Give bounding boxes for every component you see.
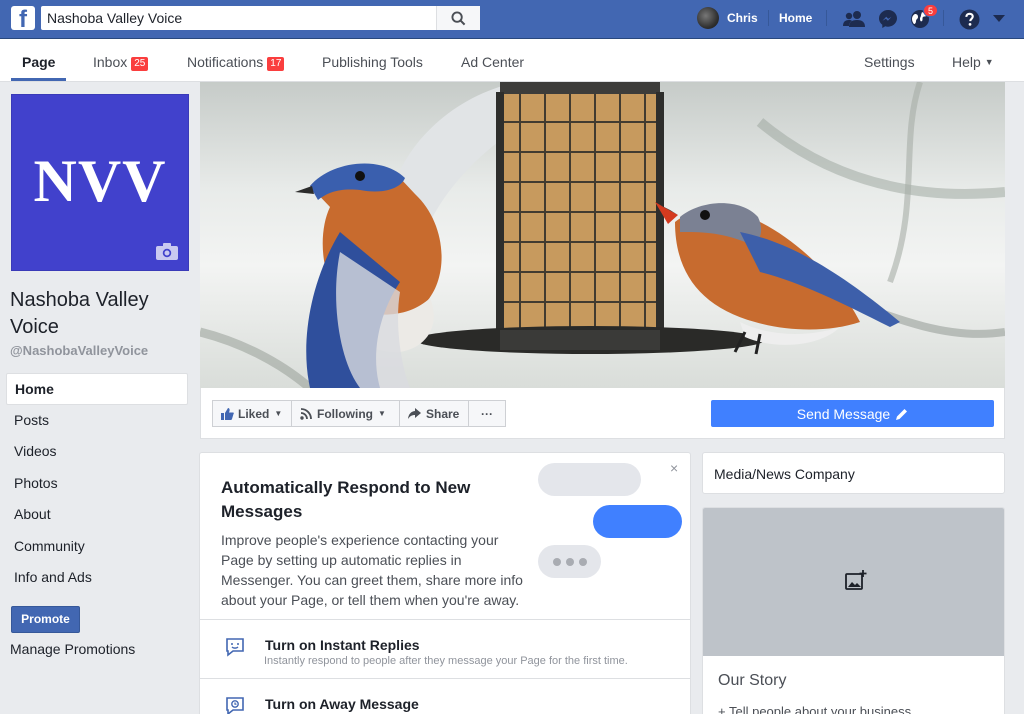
thumbs-up-icon [221, 407, 234, 420]
sidebar-item-posts[interactable]: Posts [6, 405, 188, 437]
send-message-label: Send Message [796, 405, 891, 422]
auto-respond-description: Improve people's experience contacting y… [221, 532, 523, 608]
instant-replies-row[interactable]: Turn on Instant Replies Instantly respon… [200, 619, 690, 678]
help-icon[interactable] [958, 8, 980, 30]
auto-respond-card: Automatically Respond to New Messages Im… [199, 452, 691, 714]
caret-down-icon: ▼ [984, 57, 994, 67]
instant-replies-title: Turn on Instant Replies [265, 637, 420, 653]
camera-icon[interactable] [156, 243, 178, 260]
sidebar-item-videos[interactable]: Videos [6, 436, 188, 468]
promote-button[interactable]: Promote [11, 606, 80, 633]
instant-reply-icon [226, 638, 244, 657]
manage-promotions-link[interactable]: Manage Promotions [10, 641, 135, 657]
page-category-card: Media/News Company [702, 452, 1005, 494]
tab-inbox[interactable]: Inbox 25 [93, 54, 149, 71]
send-message-button[interactable]: Send Message [711, 400, 994, 427]
sidebar-item-about[interactable]: About [6, 499, 188, 531]
tab-notifications-label: Notifications [187, 54, 264, 70]
sidebar-item-community[interactable]: Community [6, 531, 188, 563]
cover-photo[interactable] [200, 82, 1005, 388]
more-options-button[interactable]: ··· [468, 400, 506, 427]
caret-down-icon: ▼ [378, 409, 386, 418]
page-name[interactable]: Nashoba Valley Voice [10, 287, 190, 341]
liked-button[interactable]: Liked ▼ [212, 400, 292, 427]
away-message-icon [226, 697, 244, 714]
share-arrow-icon [408, 408, 421, 419]
divider [826, 10, 827, 26]
caret-down-icon[interactable] [988, 8, 1010, 30]
caret-down-icon: ▼ [274, 409, 283, 418]
tab-page[interactable]: Page [22, 54, 55, 70]
chat-bubble-illustration [593, 505, 682, 538]
page-category[interactable]: Media/News Company [714, 466, 855, 482]
tell-people-link[interactable]: + Tell people about your business [718, 704, 911, 714]
page-nav: Page Inbox 25 Notifications 17 Publishing … [0, 39, 1024, 82]
facebook-logo-icon[interactable]: f [11, 6, 35, 30]
page-name-line: Nashoba Valley [10, 289, 149, 311]
avatar [697, 7, 719, 29]
following-label: Following [317, 406, 373, 421]
tab-help-label: Help [952, 54, 981, 70]
rss-icon [300, 407, 312, 420]
auto-respond-title: Automatically Respond to New Messages [221, 478, 471, 521]
page-action-bar: Liked ▼ Following ▼ Share ··· Send Messa… [200, 388, 1005, 439]
tab-publishing-tools[interactable]: Publishing Tools [322, 54, 423, 70]
page-username[interactable]: @NashobaValleyVoice [10, 343, 148, 358]
friend-requests-icon[interactable] [843, 8, 865, 30]
away-message-row[interactable]: Turn on Away Message [200, 678, 690, 714]
notification-badge: 5 [923, 4, 939, 17]
our-story-card[interactable]: Our Story + Tell people about your busin… [702, 507, 1005, 714]
profile-picture[interactable]: NVV [11, 94, 189, 271]
add-photo-icon [845, 570, 867, 590]
our-story-heading: Our Story [718, 672, 787, 689]
share-button[interactable]: Share [399, 400, 469, 427]
user-name: Chris [727, 11, 758, 25]
profile-initials: NVV [33, 148, 167, 214]
notifications-count-badge: 17 [267, 57, 285, 71]
away-message-title: Turn on Away Message [265, 696, 419, 712]
chat-bubble-illustration [538, 463, 641, 496]
active-tab-indicator [11, 78, 66, 81]
sidebar-item-photos[interactable]: Photos [6, 468, 188, 500]
pencil-icon [896, 408, 908, 420]
search-box [41, 6, 480, 30]
tab-notifications[interactable]: Notifications 17 [187, 54, 285, 71]
cover-bird-image [200, 82, 1005, 388]
inbox-count-badge: 25 [131, 57, 149, 71]
tab-settings[interactable]: Settings [864, 54, 915, 70]
tab-help[interactable]: Help ▼ [952, 54, 994, 70]
page-name-line: Voice [10, 316, 59, 338]
search-button[interactable] [436, 6, 480, 30]
divider [943, 10, 944, 26]
sidebar-item-info-and-ads[interactable]: Info and Ads [6, 562, 188, 594]
share-label: Share [426, 406, 460, 421]
top-bar: f Chris Home 5 [0, 0, 1024, 39]
search-input[interactable] [41, 6, 435, 30]
typing-indicator-illustration [538, 545, 601, 578]
tab-inbox-label: Inbox [93, 54, 128, 70]
liked-label: Liked [238, 406, 270, 421]
left-nav: Home Posts Videos Photos About Community… [6, 373, 188, 594]
tab-ad-center[interactable]: Ad Center [461, 54, 524, 70]
search-icon [451, 10, 466, 25]
profile-link[interactable]: Chris [697, 7, 758, 29]
divider [768, 10, 769, 26]
home-link[interactable]: Home [779, 11, 812, 25]
story-photo-placeholder[interactable] [703, 508, 1004, 656]
following-button[interactable]: Following ▼ [291, 400, 400, 427]
instant-replies-subtitle: Instantly respond to people after they m… [264, 655, 628, 667]
messenger-icon[interactable] [877, 8, 899, 30]
sidebar-item-home[interactable]: Home [6, 373, 188, 405]
close-button[interactable]: × [670, 460, 678, 476]
